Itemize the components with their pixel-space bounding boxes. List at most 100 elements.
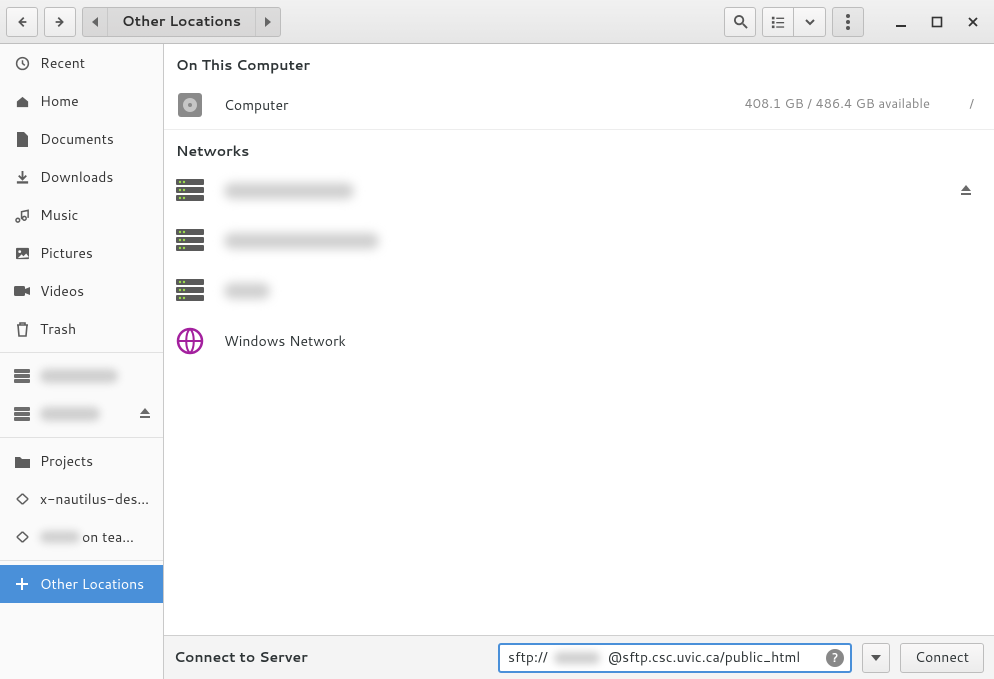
network-row-windows[interactable]: Windows Network [164, 316, 994, 366]
sidebar-item-label: Pictures [40, 244, 93, 262]
sidebar-item-documents[interactable]: Documents [0, 120, 163, 158]
window-minimize-button[interactable] [886, 7, 916, 37]
help-icon[interactable]: ? [822, 645, 847, 670]
window-maximize-button[interactable] [922, 7, 952, 37]
sidebar-separator [0, 437, 163, 438]
server-address-user-redacted [554, 652, 600, 664]
sidebar-bookmark[interactable]: x-nautilus-des… [0, 480, 163, 518]
maximize-icon [931, 16, 943, 28]
window-close-button[interactable] [958, 7, 988, 37]
path-bar: Other Locations [82, 7, 281, 37]
home-icon [14, 93, 30, 109]
kebab-icon [846, 14, 850, 30]
main-pane: On This Computer Computer 408.1 GB / 486… [164, 44, 994, 635]
folder-icon [14, 453, 30, 469]
titlebar: Other Locations [0, 0, 994, 44]
sidebar-item-label: Music [40, 206, 78, 224]
view-switcher [762, 7, 826, 37]
plus-icon [14, 576, 30, 592]
harddisk-icon [176, 91, 204, 119]
search-icon [733, 14, 748, 29]
sidebar-item-videos[interactable]: Videos [0, 272, 163, 310]
sidebar-item-label: on tea… [40, 528, 134, 546]
sidebar-item-pictures[interactable]: Pictures [0, 234, 163, 272]
triangle-down-icon [871, 655, 881, 661]
sidebar-item-downloads[interactable]: Downloads [0, 158, 163, 196]
chevron-down-icon [805, 17, 815, 27]
triangle-left-icon [91, 17, 99, 27]
sidebar-mount-label-redacted [40, 407, 100, 421]
server-icon [14, 406, 30, 422]
forward-button[interactable] [44, 7, 76, 37]
network-name-redacted [224, 233, 379, 249]
pictures-icon [14, 245, 30, 261]
sidebar-item-label: Other Locations [40, 575, 144, 593]
network-name: Windows Network [224, 332, 384, 350]
list-view-icon [771, 15, 785, 29]
path-next-button[interactable] [256, 8, 280, 36]
sidebar-separator [0, 560, 163, 561]
sidebar-item-label: Downloads [40, 168, 113, 186]
connect-label: Connect to Server [174, 648, 308, 666]
network-row[interactable] [164, 266, 994, 316]
sidebar-separator [0, 352, 163, 353]
trash-icon [14, 321, 30, 337]
triangle-right-icon [264, 17, 272, 27]
sidebar-item-label: Trash [40, 320, 76, 338]
section-header-networks: Networks [164, 130, 994, 166]
sidebar-bookmark[interactable]: on tea… [0, 518, 163, 556]
sidebar-item-other-locations[interactable]: Other Locations [0, 565, 163, 603]
sidebar-item-label: Documents [40, 130, 114, 148]
network-server-icon [176, 277, 204, 305]
view-options-button[interactable] [794, 7, 826, 37]
eject-icon[interactable] [960, 184, 974, 198]
network-server-icon [176, 177, 204, 205]
back-button[interactable] [6, 7, 38, 37]
eject-icon[interactable] [139, 407, 153, 421]
path-location-label: Other Locations [122, 12, 241, 30]
drive-name: Computer [224, 96, 384, 114]
link-icon [14, 529, 30, 545]
server-icon [14, 368, 30, 384]
sidebar: Recent Home Documents Downloads Music Pi… [0, 44, 164, 679]
download-icon [14, 169, 30, 185]
connect-button[interactable]: Connect [900, 643, 984, 673]
drive-storage: 408.1 GB / 486.4 GB available [744, 96, 930, 113]
sidebar-mount[interactable] [0, 357, 163, 395]
clock-icon [14, 55, 30, 71]
sidebar-item-label: Home [40, 92, 79, 110]
sidebar-mount[interactable] [0, 395, 163, 433]
network-name-redacted [224, 183, 354, 199]
document-icon [14, 131, 30, 147]
link-icon [14, 491, 30, 507]
sidebar-item-home[interactable]: Home [0, 82, 163, 120]
drive-row-computer[interactable]: Computer 408.1 GB / 486.4 GB available / [164, 80, 994, 130]
path-prev-button[interactable] [83, 8, 108, 36]
list-view-button[interactable] [762, 7, 794, 37]
windows-network-icon [176, 327, 204, 355]
sidebar-item-label: Projects [40, 452, 93, 470]
sidebar-mount-label-redacted [40, 369, 118, 383]
connect-button-label: Connect [915, 648, 969, 666]
drive-mount: / [950, 96, 974, 113]
server-address-prefix: sftp:// [508, 648, 548, 666]
videos-icon [14, 283, 30, 299]
recent-servers-dropdown[interactable] [862, 643, 890, 673]
server-address-input[interactable] [606, 647, 820, 667]
sidebar-item-recent[interactable]: Recent [0, 44, 163, 82]
music-icon [14, 207, 30, 223]
server-address-input-wrapper[interactable]: sftp:// ? [498, 643, 852, 673]
network-row[interactable] [164, 166, 994, 216]
arrow-right-icon [53, 15, 67, 29]
sidebar-item-trash[interactable]: Trash [0, 310, 163, 348]
path-location[interactable]: Other Locations [108, 8, 256, 36]
sidebar-item-label-redacted [40, 531, 80, 543]
search-button[interactable] [724, 7, 756, 37]
network-row[interactable] [164, 216, 994, 266]
sidebar-item-label: x-nautilus-des… [40, 490, 149, 508]
hamburger-menu-button[interactable] [832, 7, 864, 37]
sidebar-bookmark-projects[interactable]: Projects [0, 442, 163, 480]
sidebar-item-music[interactable]: Music [0, 196, 163, 234]
arrow-left-icon [15, 15, 29, 29]
minimize-icon [895, 16, 907, 28]
